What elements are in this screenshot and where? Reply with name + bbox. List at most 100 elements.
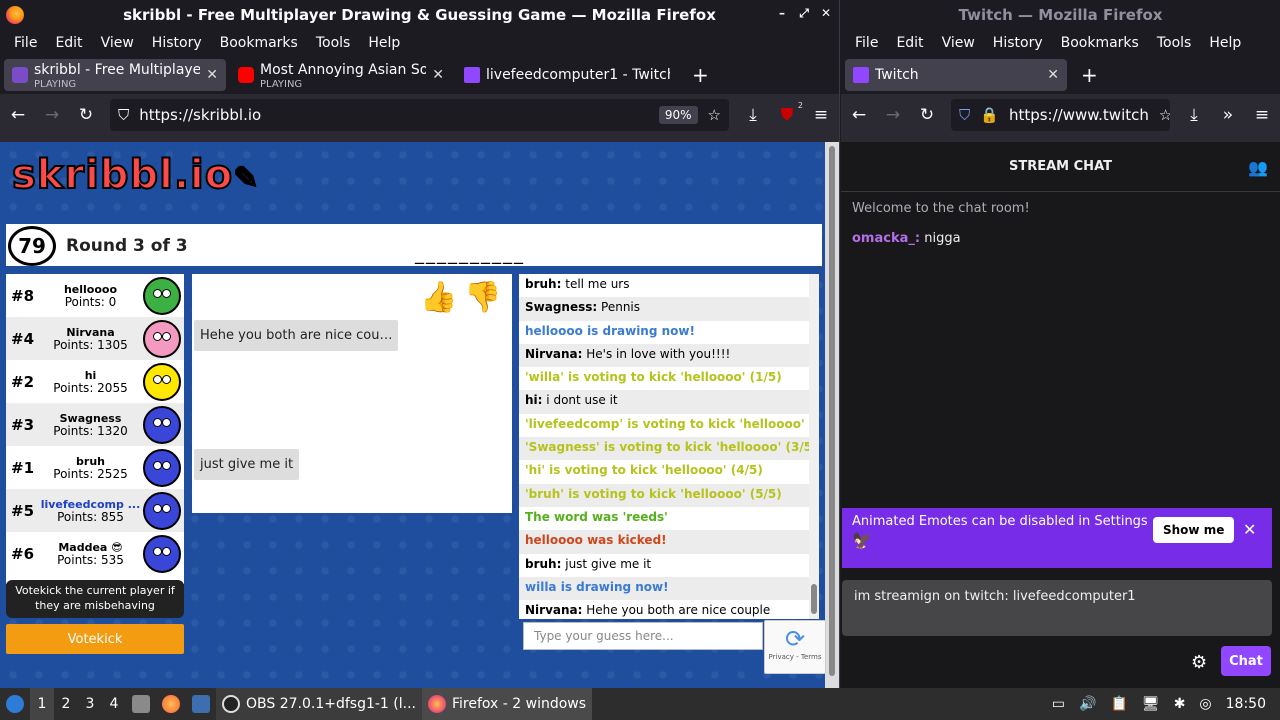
player-row[interactable]: #2 hi Points: 2055 [6,360,184,403]
player-info: helloooo Points: 0 [38,283,143,309]
shield-icon[interactable]: ⛉ [959,106,970,124]
menu-item-bookmarks[interactable]: Bookmarks [211,35,307,51]
download-icon[interactable]: ⤓ [743,105,763,125]
back-icon[interactable]: ← [849,105,869,125]
chat-text: just give me it [565,556,652,571]
menu-item-view[interactable]: View [92,35,143,51]
player-row[interactable]: #4 Nirvana Points: 1305 [6,317,184,360]
new-tab-icon[interactable]: + [682,63,719,87]
new-tab-icon[interactable]: + [1071,63,1108,87]
chat-input[interactable]: im streamign on twitch: livefeedcomputer… [842,580,1272,636]
minimize-icon[interactable]: – [775,6,789,21]
bookmark-star-icon[interactable]: ☆ [1159,106,1170,124]
right-firefox-window: Twitch — Mozilla Firefox File Edit View His… [841,0,1280,688]
shield-icon[interactable]: ⛉ [118,106,129,124]
overflow-icon[interactable]: » [1218,105,1238,125]
votekick-button[interactable]: Votekick [6,624,184,654]
volume-icon[interactable]: 🔊 [1079,696,1096,712]
chat-message: bruh: tell me urs [519,274,819,297]
tab-twitch[interactable]: livefeedcomputer1 - Twitch [456,59,678,91]
menu-icon[interactable]: ≡ [1252,105,1272,125]
twitch-favicon-icon [853,67,869,83]
menu-item-history[interactable]: History [984,35,1052,51]
url-bar[interactable]: ⛉ 🔒 https://www.twitch ☆ [951,99,1170,131]
network-icon[interactable]: ◎ [1199,696,1211,712]
player-row[interactable]: #6 Maddea 😎 Points: 535 [6,532,184,575]
clipboard-icon[interactable]: 📋 [1110,696,1127,712]
maximize-icon[interactable]: ⤢ [797,6,811,21]
forward-icon[interactable]: → [883,105,903,125]
forward-icon[interactable]: → [42,105,62,125]
taskbar-app-obs[interactable]: OBS 27.0.1+dfsg1-1 (l... [216,688,422,720]
thumbs-down-icon[interactable]: 👎 [464,280,501,315]
workspace-4[interactable]: 4 [102,688,126,720]
menu-item-file[interactable]: File [846,35,887,51]
chat-message: 'Swagness' is voting to kick 'helloooo' … [519,437,819,461]
menu-item-tools[interactable]: Tools [307,35,360,51]
tab-youtube[interactable]: Most Annoying Asian Song PLAYING ✕ [230,59,452,91]
taskbar-app-firefox[interactable]: Firefox - 2 windows [422,688,593,720]
page-scrollbar[interactable] [825,142,839,688]
player-rank: #1 [11,458,35,477]
menu-item-edit[interactable]: Edit [887,35,932,51]
ublock-icon[interactable]: ⛊ 2 [777,101,803,125]
round-text: Round 3 of 3 [66,236,188,256]
reload-icon[interactable]: ↻ [917,105,937,125]
chat-scrollbar[interactable] [809,274,819,619]
player-row[interactable]: #1 bruh Points: 2525 [6,446,184,489]
chat-username[interactable]: omacka_: [852,231,920,246]
system-message: 'bruh' is voting to kick 'helloooo' (5/5… [525,486,782,501]
files-launcher-icon[interactable] [126,688,156,720]
recaptcha-badge[interactable]: ⟳ Privacy - Terms [764,620,826,674]
terminal-launcher-icon[interactable] [186,688,216,720]
thumbs-up-icon[interactable]: 👍 [420,280,457,315]
zoom-level[interactable]: 90% [658,106,698,124]
menu-item-bookmarks[interactable]: Bookmarks [1052,35,1148,51]
workspace-2[interactable]: 2 [54,688,78,720]
menu-item-file[interactable]: File [5,35,46,51]
menu-item-help[interactable]: Help [359,35,409,51]
close-tab-icon[interactable]: ✕ [206,67,218,83]
chat-username: bruh: [525,277,562,291]
close-tab-icon[interactable]: ✕ [1047,67,1059,83]
download-icon[interactable]: ⤓ [1184,105,1204,125]
player-row[interactable]: #5 livefeedcomp ... Points: 855 [6,489,184,532]
player-row[interactable]: #8 helloooo Points: 0 [6,274,184,317]
reload-icon[interactable]: ↻ [76,105,96,125]
player-rank: #8 [11,286,35,305]
close-tab-icon[interactable]: ✕ [432,67,444,83]
chat-message: 'willa' is voting to kick 'helloooo' (1/… [519,367,819,390]
tab-twitch[interactable]: Twitch ✕ [845,59,1067,91]
menu-icon[interactable]: ≡ [811,105,831,125]
back-icon[interactable]: ← [8,105,28,125]
start-menu-icon[interactable] [0,688,30,720]
menu-item-history[interactable]: History [143,35,211,51]
show-me-button[interactable]: Show me [1153,517,1235,543]
menu-item-help[interactable]: Help [1200,35,1250,51]
clock[interactable]: 18:50 [1226,696,1266,712]
menu-item-tools[interactable]: Tools [1148,35,1201,51]
firefox-launcher-icon[interactable] [156,688,186,720]
tab-title: skribbl - Free Multiplayer Drawing [34,62,201,78]
chat-text: He's in love with you!!!! [586,346,731,361]
recaptcha-links[interactable]: Privacy - Terms [765,653,825,661]
gear-icon[interactable]: ⚙ [1191,652,1207,673]
workspace-1[interactable]: 1 [30,688,54,720]
menu-item-edit[interactable]: Edit [46,35,91,51]
nav-bar: ← → ↻ ⛉ 🔒 https://www.twitch ☆ ⤓ » ≡ [841,94,1280,136]
player-row[interactable]: #3 Swagness Points: 1320 [6,403,184,446]
close-icon[interactable]: ✕ [819,6,833,21]
workspace-3[interactable]: 3 [78,688,102,720]
chat-button[interactable]: Chat [1221,646,1271,676]
close-icon[interactable]: ✕ [1243,520,1256,539]
users-icon[interactable]: 👥 [1248,158,1268,177]
guess-input[interactable]: Type your guess here... [523,622,763,650]
url-bar[interactable]: ⛉ https://skribbl.io 90% ☆ [110,99,729,131]
lock-icon[interactable]: 🔒 [980,106,999,124]
menu-item-view[interactable]: View [933,35,984,51]
battery-icon[interactable]: ▭ [1052,696,1065,712]
tab-skribbl[interactable]: skribbl - Free Multiplayer Drawing PLAYI… [4,59,226,91]
bookmark-star-icon[interactable]: ☆ [708,106,721,124]
display-icon[interactable]: 🖥 [1142,696,1160,712]
bluetooth-icon[interactable]: ✱ [1174,696,1186,712]
